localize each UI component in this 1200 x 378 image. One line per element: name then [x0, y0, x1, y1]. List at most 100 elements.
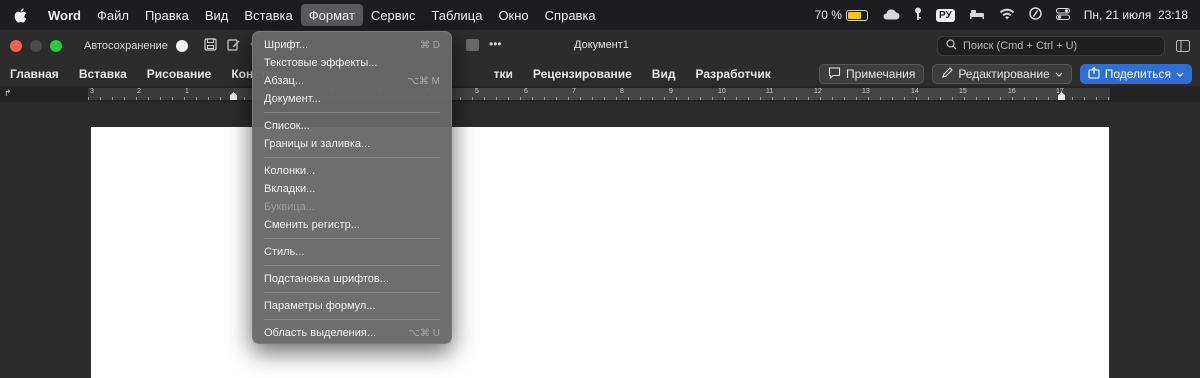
ruler-tick	[460, 97, 461, 100]
menu-separator	[264, 319, 440, 320]
clock-datetime[interactable]: Пн, 21 июля 23:18	[1084, 8, 1188, 22]
format-menu-item[interactable]: Список...	[253, 117, 451, 135]
ruler-tick	[520, 97, 521, 100]
share-button-label: Поделиться	[1104, 67, 1171, 81]
format-menu-item[interactable]: Вкладки...	[253, 180, 451, 198]
ruler-tick	[244, 97, 245, 100]
chevron-down-icon	[1055, 67, 1063, 81]
tab-stop-selector-icon[interactable]: ↱	[4, 88, 12, 99]
battery-status[interactable]: 70 %	[815, 8, 868, 22]
autosave-label: Автосохранение	[84, 40, 168, 52]
menubar-item-6[interactable]: Таблица	[423, 4, 490, 26]
menubar-item-1[interactable]: Правка	[137, 4, 197, 26]
keyboard-layout-indicator[interactable]: РУ	[935, 8, 955, 22]
search-placeholder: Поиск (Cmd + Ctrl + U)	[963, 40, 1078, 52]
apple-icon[interactable]	[0, 7, 40, 23]
ruler-tick	[208, 97, 209, 100]
ruler-number: 5	[475, 88, 479, 95]
format-menu-item[interactable]: Подстановка шрифтов...	[253, 270, 451, 288]
ribbon-tab-5[interactable]: Вид	[642, 67, 686, 81]
bed-icon[interactable]	[969, 8, 985, 22]
save-icon[interactable]	[204, 38, 217, 54]
menubar-item-5[interactable]: Сервис	[363, 4, 424, 26]
more-icon[interactable]: •••	[489, 38, 502, 51]
menubar-item-7[interactable]: Окно	[490, 4, 536, 26]
wifi-icon[interactable]	[999, 8, 1015, 23]
share-button[interactable]: Поделиться	[1079, 64, 1192, 84]
menubar-item-4[interactable]: Формат	[300, 4, 363, 26]
format-menu-item[interactable]: Границы и заливка...	[253, 135, 451, 153]
ruler-number: 13	[862, 88, 870, 95]
format-menu-item[interactable]: Сменить регистр...	[253, 216, 451, 234]
menu-item-shortcut: ⌥⌘ M	[407, 75, 440, 87]
pencil-icon	[941, 66, 954, 82]
ruler-number: 11	[766, 88, 774, 95]
cloud-icon[interactable]	[882, 8, 900, 23]
ruler-tick	[940, 97, 941, 100]
menu-item-shortcut: ⌥⌘ U	[408, 327, 440, 339]
menubar-item-3[interactable]: Вставка	[236, 4, 300, 26]
comments-button[interactable]: Примечания	[819, 64, 925, 84]
format-menu-item[interactable]: Абзац... ⌥⌘ M	[253, 72, 451, 90]
comments-button-label: Примечания	[846, 67, 916, 81]
menu-separator	[264, 292, 440, 293]
search-field[interactable]: Поиск (Cmd + Ctrl + U)	[937, 36, 1165, 56]
ribbon-tab-2[interactable]: Рисование	[137, 67, 222, 81]
menu-item-shortcut: ⌘ D	[420, 39, 440, 51]
app-menu-word[interactable]: Word	[40, 4, 89, 26]
key-icon[interactable]	[914, 7, 922, 24]
ruler-tick	[124, 97, 125, 100]
ribbon-tab-4[interactable]: Рецензирование	[523, 67, 642, 81]
ruler-tick	[508, 97, 509, 100]
search-icon	[946, 39, 957, 53]
format-menu-item[interactable]: Колонки...	[253, 162, 451, 180]
ruler-tick	[496, 97, 497, 100]
ruler-number: 3	[90, 88, 94, 95]
ruler-tick	[964, 97, 965, 100]
ruler-tick	[844, 97, 845, 100]
ruler-tick	[796, 97, 797, 100]
minimize-window-button[interactable]	[30, 40, 42, 52]
editing-mode-button[interactable]: Редактирование	[932, 64, 1072, 84]
ruler-number: 12	[814, 88, 822, 95]
status-area: 70 % РУ Пн, 21 июля 23:18	[815, 0, 1188, 30]
document-page[interactable]	[91, 127, 1109, 378]
menu-item-label: Шрифт...	[264, 39, 309, 51]
format-menu-item[interactable]: Шрифт... ⌘ D	[253, 36, 451, 54]
control-center-icon[interactable]	[1055, 7, 1070, 23]
focus-mode-icon[interactable]	[1029, 7, 1042, 23]
ruler-tick	[688, 97, 689, 100]
ruler-number: 6	[524, 88, 528, 95]
menu-item-label: Абзац...	[264, 75, 305, 87]
format-menu-item[interactable]: Стиль...	[253, 243, 451, 261]
menubar-item-2[interactable]: Вид	[197, 4, 237, 26]
window-titlebar: Автосохранение ••• Документ1 Поиск (Cmd …	[0, 30, 1200, 62]
menu-item-label: Подстановка шрифтов...	[264, 273, 389, 285]
zoom-window-button[interactable]	[50, 40, 62, 52]
share-icon	[1088, 66, 1100, 82]
close-window-button[interactable]	[10, 40, 22, 52]
ribbon-tab-1[interactable]: Вставка	[69, 67, 137, 81]
document-canvas	[0, 102, 1200, 378]
ruler-tick	[760, 97, 761, 100]
menubar-item-0[interactable]: Файл	[89, 4, 137, 26]
autosave-toggle[interactable]	[175, 40, 188, 52]
horizontal-ruler[interactable]: 3211234567891011121314151617	[88, 88, 1110, 100]
ruler-number: 16	[1008, 88, 1016, 95]
format-menu-item[interactable]: Область выделения... ⌥⌘ U	[253, 324, 451, 342]
ruler-tick	[604, 97, 605, 100]
ribbon-tab-bar: ГлавнаяВставкаРисованиеКонструткиРецензи…	[0, 62, 1200, 86]
format-menu-dropdown: Шрифт... ⌘ D Текстовые эффекты... Абзац... ⌥…	[252, 31, 452, 344]
edit-document-icon[interactable]	[227, 38, 240, 54]
ruler-tick	[136, 97, 137, 100]
menu-item-label: Документ...	[264, 93, 321, 105]
format-menu-item[interactable]: Параметры формул...	[253, 297, 451, 315]
menubar-item-8[interactable]: Справка	[537, 4, 604, 26]
ribbon-tab-6[interactable]: Разработчик	[685, 67, 780, 81]
ruler-tick	[172, 97, 173, 100]
format-menu-item[interactable]: Текстовые эффекты...	[253, 54, 451, 72]
font-color-icon[interactable]	[466, 39, 479, 51]
format-menu-item[interactable]: Документ...	[253, 90, 451, 108]
ribbon-tab-0[interactable]: Главная	[0, 67, 69, 81]
sidebar-toggle-icon[interactable]	[1176, 40, 1190, 55]
